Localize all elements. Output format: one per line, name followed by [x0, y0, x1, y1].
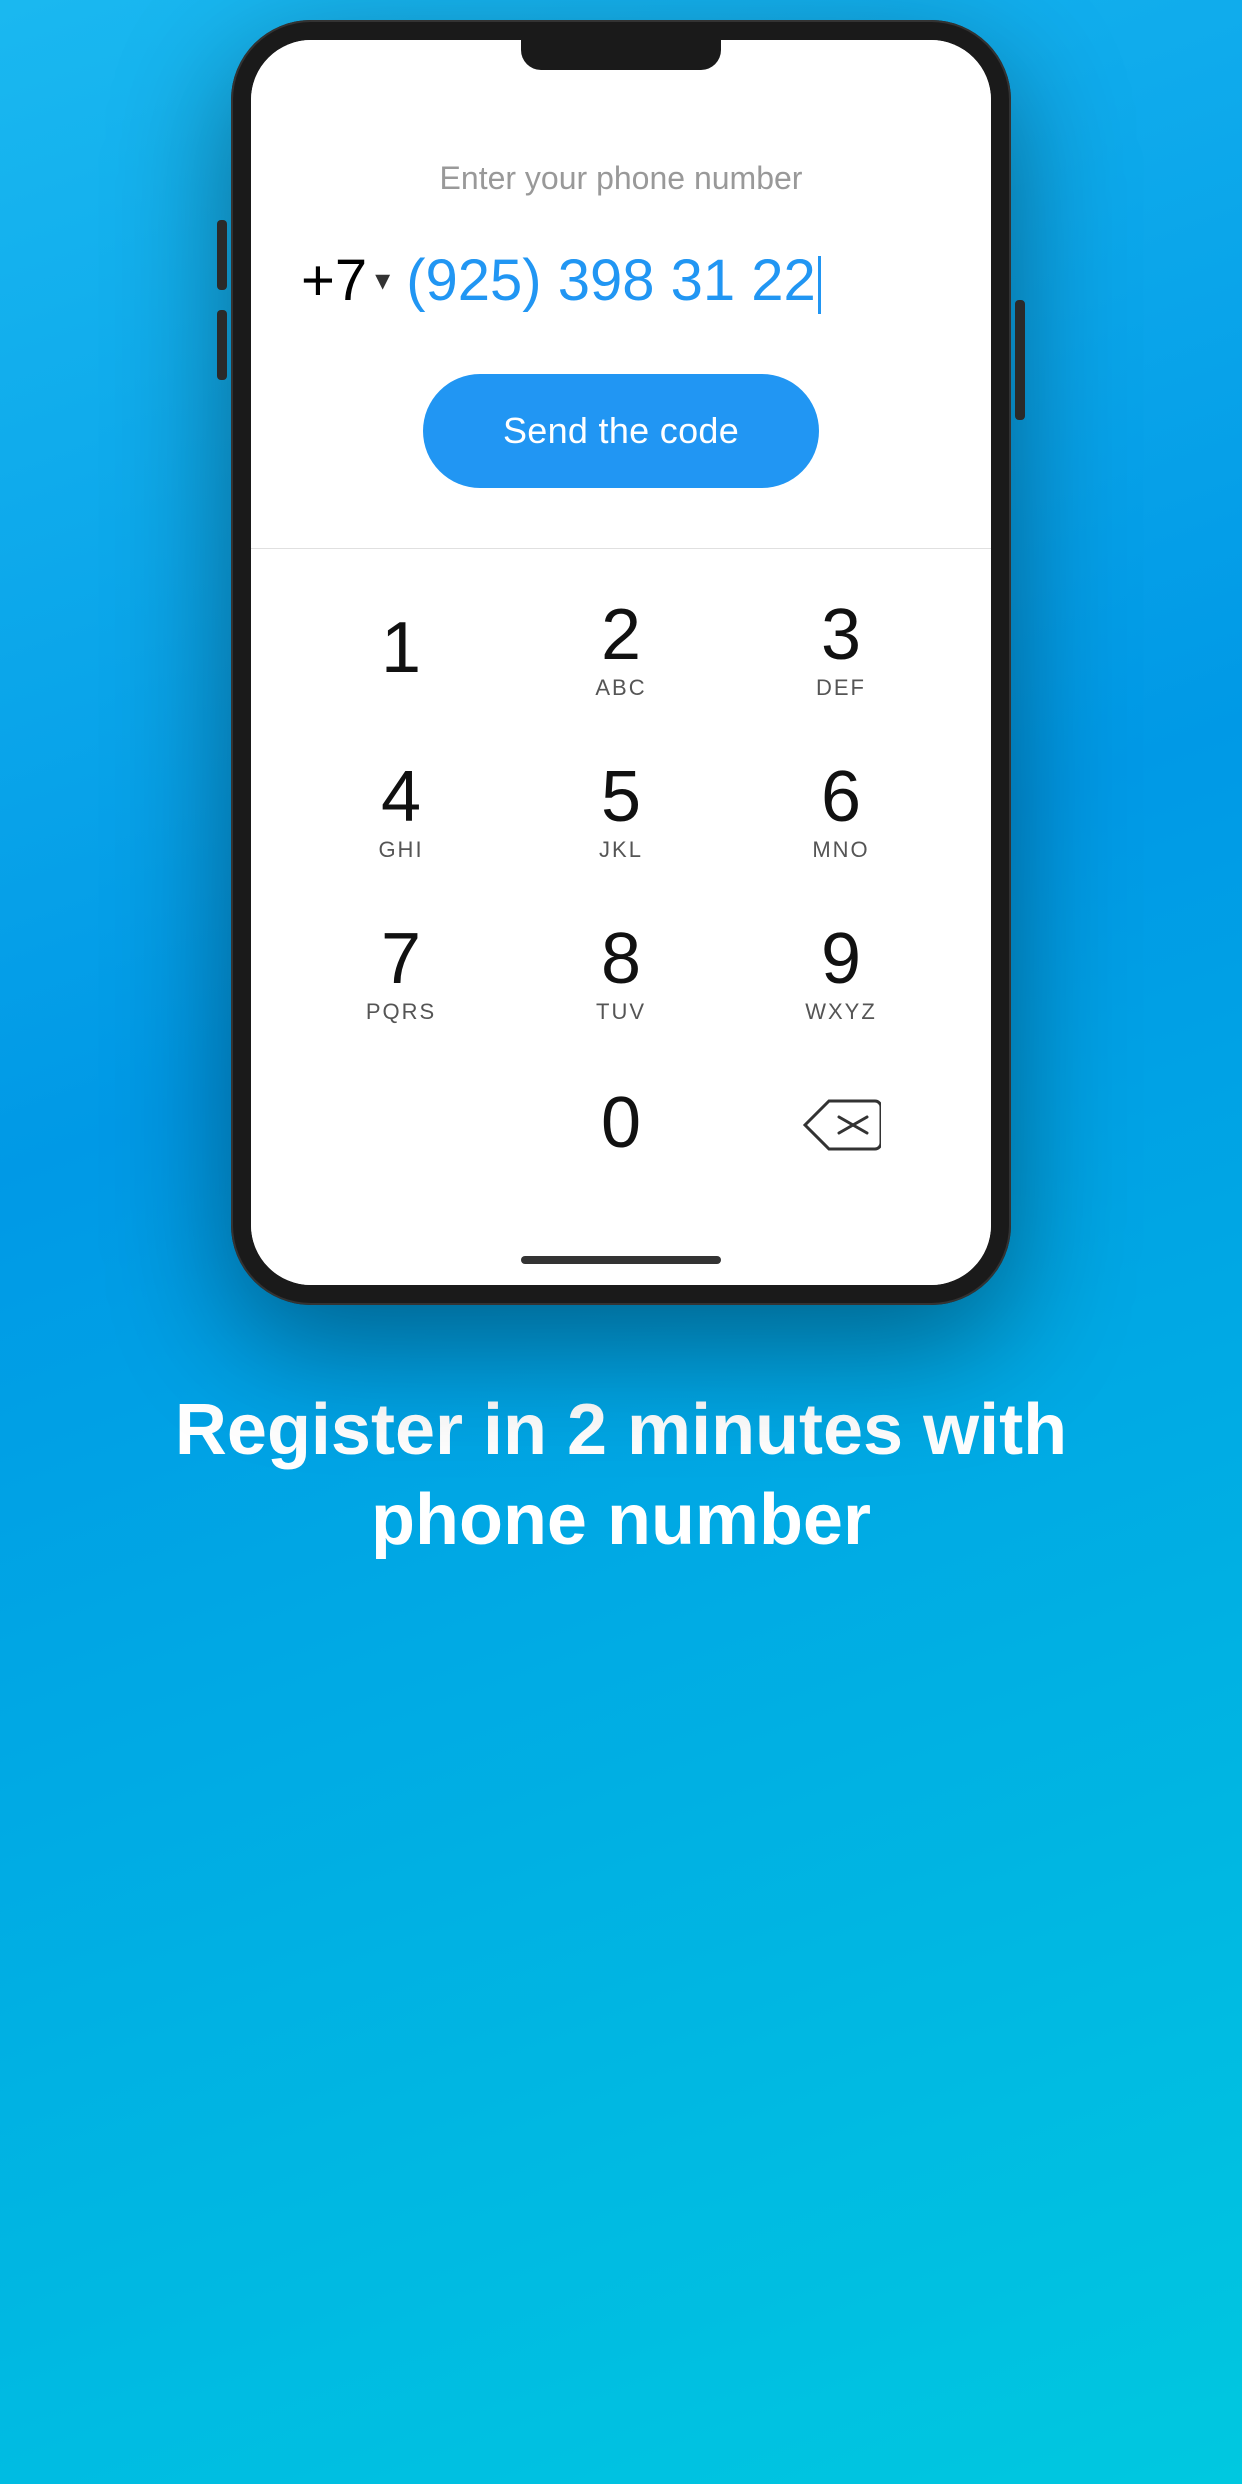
- phone-input-row: +7 ▾ (925) 398 31 22: [291, 227, 951, 334]
- send-code-button[interactable]: Send the code: [423, 374, 819, 488]
- country-code-value: +7: [301, 247, 367, 314]
- chevron-down-icon: ▾: [375, 263, 390, 298]
- phone-wrapper: Enter your phone number +7 ▾ (925) 398 3…: [231, 20, 1011, 1305]
- key-3[interactable]: 3 DEF: [731, 569, 951, 731]
- text-cursor: [818, 256, 821, 314]
- key-8[interactable]: 8 TUV: [511, 893, 731, 1055]
- key-9[interactable]: 9 WXYZ: [731, 893, 951, 1055]
- key-1[interactable]: 1: [291, 569, 511, 731]
- country-code-selector[interactable]: +7 ▾: [301, 247, 390, 314]
- key-0[interactable]: 0: [511, 1055, 731, 1195]
- send-button-wrapper: Send the code: [291, 374, 951, 488]
- phone-input-label: Enter your phone number: [291, 160, 951, 197]
- backspace-button[interactable]: [731, 1055, 951, 1195]
- divider: [251, 548, 991, 549]
- backspace-icon: [801, 1097, 881, 1153]
- home-indicator: [521, 1256, 721, 1264]
- bottom-section: Register in 2 minutes with phone number: [0, 1385, 1242, 1565]
- side-button-right: [1015, 300, 1025, 420]
- keypad: 1 2 ABC 3 DEF 4 GHI: [291, 569, 951, 1195]
- phone-screen: Enter your phone number +7 ▾ (925) 398 3…: [251, 40, 991, 1285]
- key-empty: [291, 1055, 511, 1195]
- key-2[interactable]: 2 ABC: [511, 569, 731, 731]
- key-4[interactable]: 4 GHI: [291, 731, 511, 893]
- side-buttons-left: [217, 220, 227, 380]
- screen-content: Enter your phone number +7 ▾ (925) 398 3…: [251, 100, 991, 1235]
- register-text: Register in 2 minutes with phone number: [80, 1385, 1162, 1565]
- phone-bottom-area: [251, 1235, 991, 1285]
- power-button: [1015, 300, 1025, 420]
- phone-frame: Enter your phone number +7 ▾ (925) 398 3…: [231, 20, 1011, 1305]
- notch: [521, 40, 721, 70]
- volume-down-button: [217, 310, 227, 380]
- phone-number-display: (925) 398 31 22: [406, 247, 821, 314]
- key-5[interactable]: 5 JKL: [511, 731, 731, 893]
- key-6[interactable]: 6 MNO: [731, 731, 951, 893]
- top-bar: [251, 40, 991, 100]
- key-7[interactable]: 7 PQRS: [291, 893, 511, 1055]
- phone-number-value: (925) 398 31 22: [406, 248, 816, 313]
- volume-up-button: [217, 220, 227, 290]
